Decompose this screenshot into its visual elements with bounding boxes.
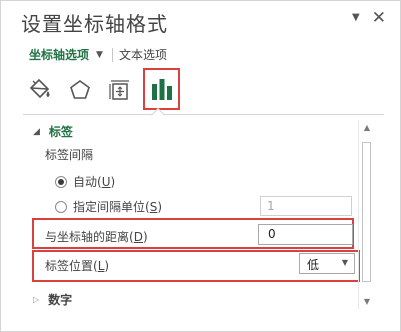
expanded-triangle-icon: ◢ — [33, 126, 40, 137]
text-options-tab[interactable]: 文本选项 — [119, 46, 167, 63]
axis-options-icon-tab[interactable] — [143, 68, 180, 110]
scroll-up-icon[interactable]: ▲ — [361, 123, 373, 132]
labels-section-title: 标签 — [48, 125, 73, 139]
interval-unit-input[interactable]: 1 — [260, 196, 352, 216]
label-position-dropdown[interactable]: 低 ▼ — [299, 253, 355, 274]
pane-title: 设置坐标轴格式 — [21, 12, 168, 36]
effects-tab[interactable] — [63, 71, 97, 109]
label-position-value: 低 — [307, 258, 320, 272]
options-switcher: 坐标轴选项 ▼ 文本选项 — [29, 46, 167, 63]
chevron-down-icon[interactable]: ▼ — [96, 50, 103, 60]
options-divider — [111, 47, 113, 62]
scrollbar-thumb[interactable] — [362, 142, 371, 282]
label-interval-heading: 标签间隔 — [45, 148, 94, 162]
chevron-down-icon: ▼ — [341, 258, 348, 267]
options-scroll-area: ◢ 标签 标签间隔 自动(U) 指定间隔单位(S) 1 与坐标轴的距离(D) 0… — [23, 120, 372, 327]
specify-radio-label: 指定间隔单位(S) — [73, 200, 162, 214]
label-position-label: 标签位置(L) — [45, 259, 110, 273]
radio-button[interactable] — [55, 200, 67, 213]
fill-line-tab[interactable] — [23, 71, 57, 109]
size-properties-tab[interactable] — [103, 71, 137, 109]
scroll-down-icon[interactable]: ▼ — [361, 297, 373, 306]
auto-radio-label: 自动(U) — [73, 175, 116, 189]
format-axis-pane: 设置坐标轴格式 ▼ ✕ 坐标轴选项 ▼ 文本选项 ◢ 标签 标签间隔 自动(U)… — [0, 0, 401, 332]
paint-bucket-icon — [29, 78, 50, 99]
labels-section-header[interactable]: ◢ 标签 — [33, 123, 73, 140]
title-controls: ▼ ✕ — [352, 10, 386, 27]
close-icon[interactable]: ✕ — [372, 10, 386, 27]
pentagon-icon — [70, 80, 90, 99]
radio-button-checked[interactable] — [55, 175, 67, 188]
collapsed-triangle-icon: ▷ — [33, 295, 40, 304]
distance-from-axis-input[interactable]: 0 — [258, 224, 353, 245]
tab-divider — [23, 114, 384, 115]
size-properties-icon — [109, 80, 129, 100]
axis-options-tab[interactable]: 坐标轴选项 — [29, 46, 89, 63]
vertical-scrollbar[interactable]: ▲ ▼ — [358, 120, 374, 309]
specify-interval-radio[interactable]: 指定间隔单位(S) — [55, 198, 162, 215]
task-pane-options-icon[interactable]: ▼ — [352, 10, 360, 26]
auto-interval-radio[interactable]: 自动(U) — [55, 173, 115, 190]
distance-from-axis-label: 与坐标轴的距离(D) — [45, 230, 148, 244]
bar-chart-icon — [151, 79, 172, 100]
number-section-title: 数字 — [48, 293, 73, 307]
number-section-header[interactable]: ▷ 数字 — [33, 291, 72, 308]
